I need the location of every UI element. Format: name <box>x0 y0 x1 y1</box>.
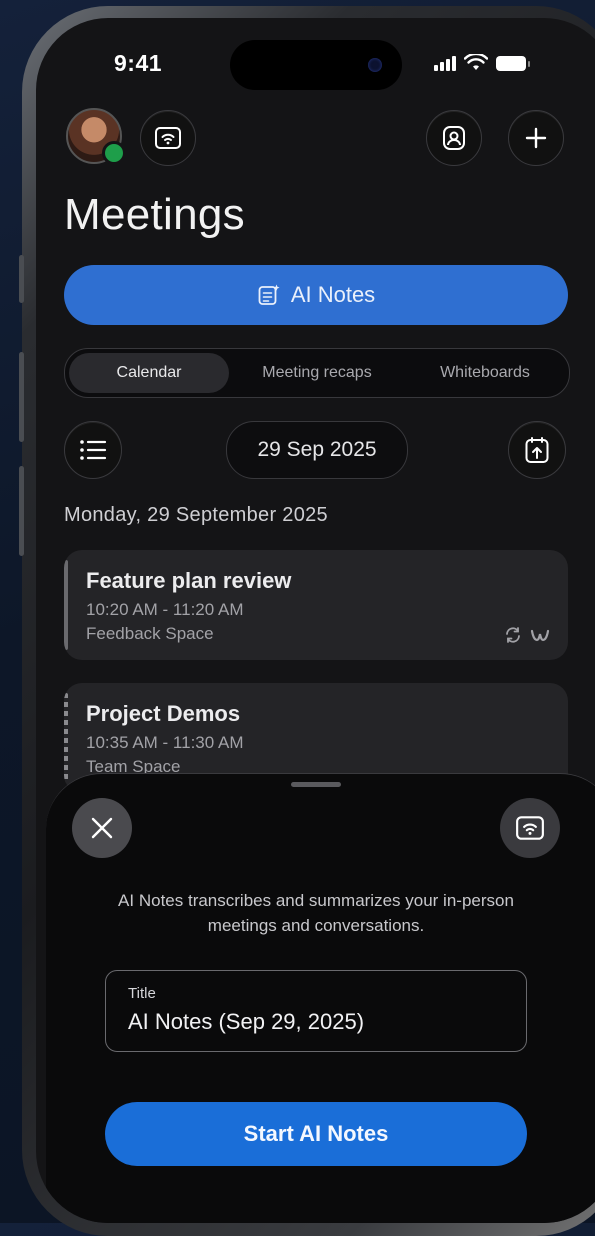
day-heading: Monday, 29 September 2025 <box>64 504 328 526</box>
camera-icon <box>368 58 382 72</box>
ai-notes-button[interactable]: AI Notes <box>64 265 568 325</box>
plus-icon <box>525 127 547 149</box>
tab-calendar[interactable]: Calendar <box>69 353 229 393</box>
close-icon <box>91 817 113 839</box>
meeting-status-bar <box>64 560 68 650</box>
wifi-icon <box>464 54 488 70</box>
meeting-time: 10:35 AM - 11:30 AM <box>86 733 244 752</box>
volume-up-button <box>19 352 24 442</box>
cellular-signal-icon <box>434 55 456 71</box>
meeting-title: Feature plan review <box>86 568 292 593</box>
list-icon <box>80 440 107 460</box>
notes-sparkle-icon <box>258 284 280 305</box>
add-button[interactable] <box>508 110 564 166</box>
recurring-icon <box>506 627 520 643</box>
tab-meeting-recaps[interactable]: Meeting recaps <box>237 353 397 393</box>
close-button[interactable] <box>72 798 132 858</box>
title-field[interactable]: Title AI Notes (Sep 29, 2025) <box>105 970 527 1052</box>
status-icons <box>434 52 530 74</box>
status-time: 9:41 <box>114 50 163 76</box>
battery-icon <box>496 55 530 71</box>
meeting-card[interactable]: Feature plan review 10:20 AM - 11:20 AM … <box>64 550 568 660</box>
meeting-time: 10:20 AM - 11:20 AM <box>86 600 244 619</box>
presence-status-badge <box>102 141 126 165</box>
calendar-export-button[interactable] <box>508 421 566 479</box>
phone-screen: 9:41 Meetings AI Notes Calendar Meeting … <box>36 18 595 1223</box>
dynamic-island <box>230 40 402 90</box>
title-field-label: Title <box>128 985 156 1002</box>
contact-icon <box>443 126 465 150</box>
title-field-value[interactable]: AI Notes (Sep 29, 2025) <box>128 1009 364 1035</box>
volume-down-button <box>19 466 24 556</box>
sheet-cast-button[interactable] <box>500 798 560 858</box>
sheet-grabber[interactable] <box>291 782 341 787</box>
contacts-button[interactable] <box>426 110 482 166</box>
page-title: Meetings <box>64 190 245 239</box>
meeting-location: Feedback Space <box>86 624 214 643</box>
cast-icon <box>516 816 544 840</box>
meeting-title: Project Demos <box>86 701 241 726</box>
meeting-status-bar <box>64 693 68 783</box>
start-ai-notes-button[interactable]: Start AI Notes <box>105 1102 527 1166</box>
date-picker[interactable]: 29 Sep 2025 <box>226 421 408 479</box>
cast-button[interactable] <box>140 110 196 166</box>
tab-whiteboards[interactable]: Whiteboards <box>405 353 565 393</box>
calendar-export-icon <box>525 437 549 463</box>
sheet-description: AI Notes transcribes and summarizes your… <box>118 891 514 935</box>
ai-notes-sheet: AI Notes transcribes and summarizes your… <box>46 773 595 1223</box>
cast-icon <box>155 127 181 149</box>
list-view-button[interactable] <box>64 421 122 479</box>
view-tabs: Calendar Meeting recaps Whiteboards <box>64 348 570 398</box>
ai-notes-button-label: AI Notes <box>290 282 376 307</box>
meeting-icons <box>504 626 550 644</box>
mute-switch <box>19 255 24 303</box>
webex-icon <box>530 629 550 642</box>
